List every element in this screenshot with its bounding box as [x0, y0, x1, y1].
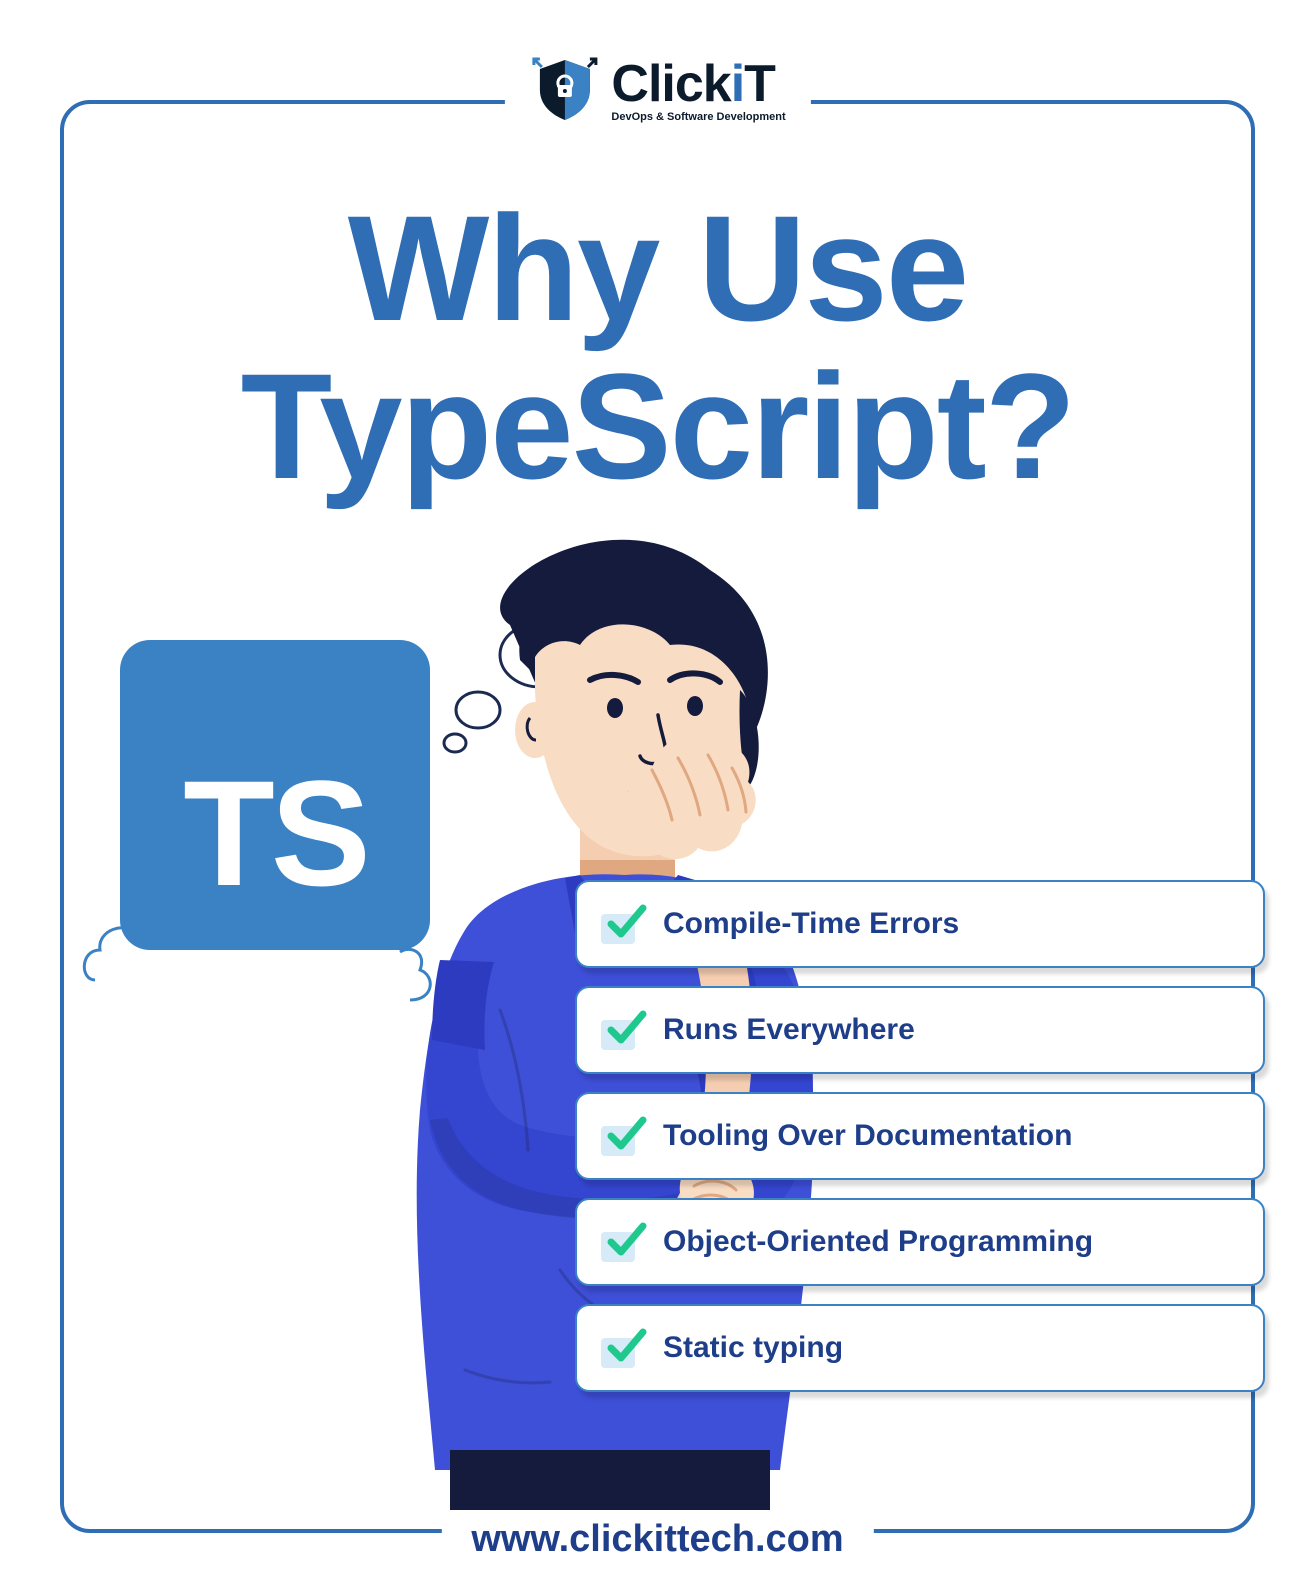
website-url: www.clickittech.com: [471, 1518, 843, 1561]
benefit-card: Tooling Over Documentation: [575, 1092, 1265, 1180]
benefit-card: Object-Oriented Programming: [575, 1198, 1265, 1286]
checkmark-icon: [601, 1222, 645, 1262]
checkmark-icon: [601, 1328, 645, 1368]
checkmark-icon: [601, 1010, 645, 1050]
footer: www.clickittech.com: [441, 1518, 873, 1561]
benefit-card: Compile-Time Errors: [575, 880, 1265, 968]
benefit-label: Object-Oriented Programming: [663, 1225, 1093, 1259]
checkmark-icon: [601, 1116, 645, 1156]
benefits-list: Compile-Time Errors Runs Everywhere Tool…: [575, 880, 1265, 1392]
benefit-label: Tooling Over Documentation: [663, 1119, 1072, 1153]
benefit-label: Compile-Time Errors: [663, 907, 959, 941]
benefit-label: Static typing: [663, 1331, 843, 1365]
benefit-card: Static typing: [575, 1304, 1265, 1392]
brand-name: ClickiT: [611, 58, 785, 110]
page-title: Why Use TypeScript?: [0, 190, 1315, 505]
checkmark-icon: [601, 904, 645, 944]
brand-logo: ClickiT DevOps & Software Development: [504, 55, 810, 125]
shield-icon: [529, 55, 599, 125]
benefit-label: Runs Everywhere: [663, 1013, 915, 1047]
benefit-card: Runs Everywhere: [575, 986, 1265, 1074]
brand-tagline: DevOps & Software Development: [611, 112, 785, 123]
